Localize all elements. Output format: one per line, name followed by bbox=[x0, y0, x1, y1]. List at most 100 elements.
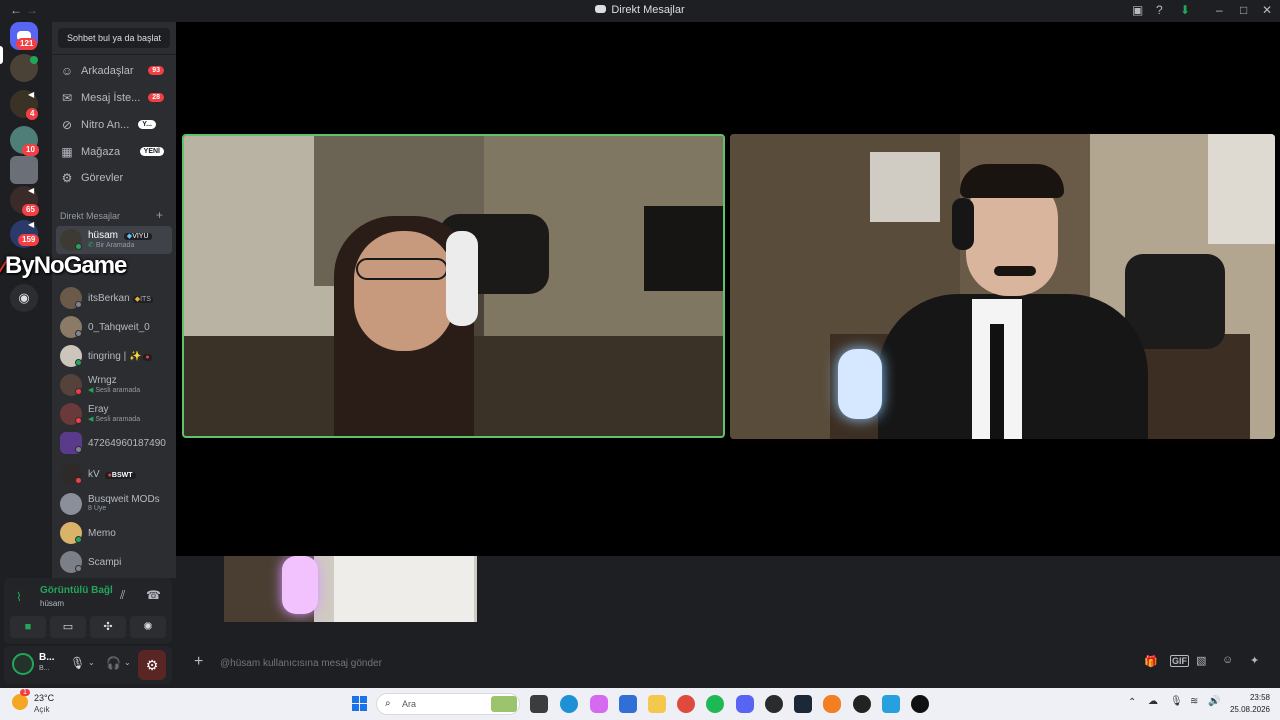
settings-gear-icon[interactable]: ⚙ bbox=[138, 650, 166, 680]
microphone-icon[interactable]: 🎙 bbox=[70, 656, 85, 670]
discord-logo-icon bbox=[595, 5, 607, 13]
video-tile-small[interactable] bbox=[224, 556, 477, 622]
weather-temp[interactable]: 23°C bbox=[34, 693, 54, 703]
dm-item[interactable]: Busqweit MODs 8 Üye bbox=[56, 490, 172, 518]
chrome-icon[interactable] bbox=[677, 695, 695, 713]
dm-item[interactable]: Eray ◀ Sesli aramada bbox=[56, 400, 172, 428]
help-icon[interactable]: ? bbox=[1156, 3, 1163, 17]
chevron-up-icon[interactable]: ⌃ bbox=[1128, 697, 1136, 708]
dm-item[interactable]: Scampi bbox=[56, 548, 172, 576]
signal-icon[interactable]: ⌇ bbox=[16, 590, 22, 604]
disconnect-icon[interactable]: ☎ bbox=[146, 588, 161, 602]
server-item[interactable] bbox=[10, 156, 38, 184]
dm-item[interactable]: Wrngz ◀ Sesli aramada bbox=[56, 371, 172, 399]
cloudflare-icon[interactable] bbox=[823, 695, 841, 713]
media-player-icon[interactable] bbox=[911, 695, 929, 713]
sticker-icon[interactable]: ▧ bbox=[1196, 654, 1206, 667]
dm-name: kV ●BSWT bbox=[88, 469, 172, 480]
dm-item[interactable]: tingring | ✨ ● bbox=[56, 342, 172, 370]
nav-message-requests[interactable]: ✉ Mesaj İste... 28 bbox=[60, 88, 172, 110]
start-quad bbox=[352, 704, 359, 711]
server-item[interactable] bbox=[10, 54, 38, 82]
maximize-icon[interactable]: □ bbox=[1240, 3, 1247, 17]
cloud-icon[interactable]: ☁ bbox=[1148, 696, 1158, 707]
weather-sun-icon[interactable] bbox=[12, 694, 28, 710]
quests-icon: ⚙ bbox=[61, 171, 73, 185]
wifi-icon[interactable]: ≋ bbox=[1190, 696, 1198, 707]
app-icon[interactable] bbox=[882, 695, 900, 713]
activities-button[interactable]: ✣ bbox=[90, 616, 126, 638]
emoji-icon[interactable]: ☺ bbox=[1222, 654, 1233, 666]
edge-icon[interactable] bbox=[560, 695, 578, 713]
find-conversation-button[interactable]: Sohbet bul ya da başlat bbox=[58, 28, 170, 48]
clock-time[interactable]: 23:58 bbox=[1226, 693, 1270, 702]
dm-item[interactable]: 0_Tahqweit_0 bbox=[56, 313, 172, 341]
dm-item[interactable]: 47264960187490 bbox=[56, 429, 172, 457]
apps-icon[interactable]: ✦ bbox=[1250, 654, 1259, 667]
inbox-icon[interactable]: ▣ bbox=[1132, 3, 1143, 17]
attach-plus-icon[interactable]: + bbox=[194, 653, 203, 671]
headphones-icon[interactable]: 🎧 bbox=[106, 656, 121, 670]
task-view-icon[interactable] bbox=[530, 695, 548, 713]
server-item[interactable]: ◀ 159 bbox=[10, 220, 40, 248]
nav-label: Nitro An... bbox=[81, 119, 130, 131]
download-icon[interactable]: ⬇ bbox=[1180, 3, 1190, 17]
nav-quests[interactable]: ⚙ Görevler bbox=[60, 168, 172, 190]
dm-item[interactable]: kV ●BSWT bbox=[56, 460, 172, 488]
avatar bbox=[60, 493, 82, 515]
video-headphones bbox=[446, 231, 478, 326]
clock-date[interactable]: 25.08.2026 bbox=[1218, 705, 1270, 714]
dm-item[interactable]: hüsam ◆VIYU ✆ Bir Aramada bbox=[56, 226, 172, 254]
microphone-tray-icon[interactable]: 🎙 bbox=[1170, 696, 1183, 707]
obs-icon[interactable] bbox=[853, 695, 871, 713]
store-icon[interactable] bbox=[619, 695, 637, 713]
soundboard-button[interactable]: ✺ bbox=[130, 616, 166, 638]
server-item[interactable]: 10 bbox=[10, 126, 39, 156]
voice-channel[interactable]: hüsam bbox=[40, 599, 64, 608]
app-icon[interactable] bbox=[765, 695, 783, 713]
user-name[interactable]: B... bbox=[39, 652, 55, 663]
video-glasses bbox=[356, 258, 448, 280]
server-item[interactable]: ◀ 65 bbox=[10, 186, 39, 216]
steam-icon[interactable] bbox=[794, 695, 812, 713]
chevron-down-icon[interactable]: ⌄ bbox=[88, 658, 95, 667]
dm-name-text: kV bbox=[88, 469, 100, 480]
screen-share-button[interactable]: ▭ bbox=[50, 616, 86, 638]
gif-icon[interactable]: GIF bbox=[1170, 655, 1189, 667]
dm-item[interactable]: Memo bbox=[56, 519, 172, 547]
add-dm-icon[interactable]: + bbox=[156, 208, 163, 222]
message-input[interactable] bbox=[220, 652, 1120, 674]
camera-button[interactable]: ■ bbox=[10, 616, 46, 638]
minimize-icon[interactable]: – bbox=[1216, 3, 1223, 17]
nav-nitro[interactable]: ⊘ Nitro An... Y... bbox=[60, 115, 172, 137]
video-tile-right[interactable] bbox=[730, 134, 1275, 439]
noise-suppression-icon[interactable]: ⫽ bbox=[120, 588, 125, 603]
user-panel: B... B... 🎙 ⌄ 🎧 ⌄ ⚙ bbox=[4, 646, 172, 684]
taskbar-search[interactable]: ⌕ Ara bbox=[376, 693, 520, 715]
weather-badge: 1 bbox=[20, 689, 30, 696]
copilot-icon[interactable] bbox=[590, 695, 608, 713]
nav-badge: Y... bbox=[138, 120, 156, 129]
video-tv bbox=[644, 206, 723, 291]
nav-label: Arkadaşlar bbox=[81, 65, 134, 77]
windows-start-icon[interactable] bbox=[352, 696, 368, 712]
spotify-icon[interactable] bbox=[706, 695, 724, 713]
dm-item[interactable]: itsBerkan ◆ITS bbox=[56, 284, 172, 312]
server-item[interactable]: ◀ 4 bbox=[10, 90, 39, 120]
gift-icon[interactable]: 🎁 bbox=[1144, 655, 1158, 668]
user-avatar[interactable] bbox=[12, 653, 34, 675]
video-tile-left[interactable] bbox=[182, 134, 725, 438]
nav-friends[interactable]: ☺ Arkadaşlar 93 bbox=[60, 61, 172, 83]
home-button[interactable]: 121 bbox=[10, 22, 38, 50]
discord-taskbar-icon[interactable] bbox=[736, 695, 754, 713]
dm-name: Memo bbox=[88, 528, 116, 539]
chevron-down-icon[interactable]: ⌄ bbox=[124, 658, 131, 667]
file-explorer-icon[interactable] bbox=[648, 695, 666, 713]
close-icon[interactable]: ✕ bbox=[1262, 3, 1272, 17]
server-badge: 4 bbox=[26, 108, 39, 120]
explore-icon[interactable]: ◉ bbox=[10, 284, 38, 312]
voice-status[interactable]: Görüntülü Bağl bbox=[40, 585, 113, 596]
taskbar: 1 23°C Açık ⌕ Ara ⌃ ☁ 🎙 ≋ 🔊 23:58 25.08.… bbox=[0, 688, 1280, 720]
nav-shop[interactable]: ▦ Mağaza YENİ bbox=[60, 142, 172, 164]
weather-desc: Açık bbox=[34, 705, 50, 714]
